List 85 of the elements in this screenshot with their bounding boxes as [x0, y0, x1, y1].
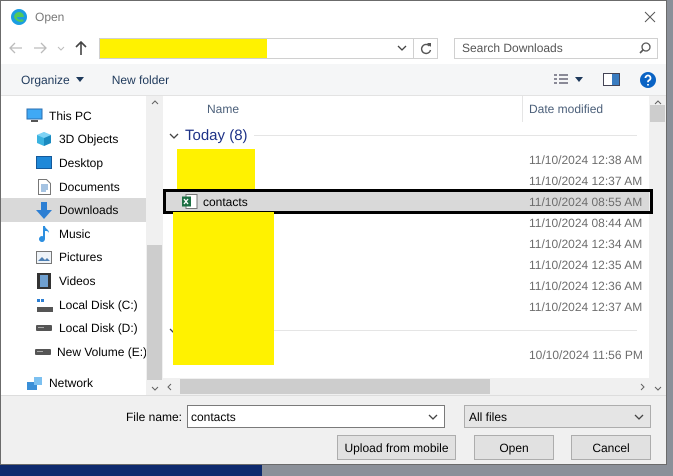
date-modified: 11/10/2024 12:35 AM — [529, 258, 642, 272]
organize-menu[interactable]: Organize — [21, 72, 84, 86]
sidebar-item[interactable]: New Volume (E:) — [1, 340, 146, 364]
view-options-button[interactable] — [553, 72, 583, 86]
computer-icon — [26, 108, 42, 124]
file-row[interactable]: 10/10/2024 11:56 PM — [165, 344, 649, 365]
sidebar-item[interactable]: Network — [1, 371, 146, 395]
dialog-button[interactable]: Open — [474, 435, 554, 460]
drive-icon — [36, 325, 52, 332]
sidebar-item[interactable]: Desktop — [1, 151, 146, 175]
file-row[interactable]: 11/10/2024 12:37 AM — [165, 170, 649, 191]
chevron-down-icon — [397, 45, 407, 51]
scroll-left-icon[interactable] — [167, 382, 172, 390]
sidebar-scrollbar[interactable] — [146, 96, 163, 395]
chevron-down-icon — [428, 414, 438, 420]
download-arrow-icon — [36, 202, 52, 219]
file-row[interactable]: 11/10/2024 12:35 AM — [165, 254, 649, 275]
picture-icon — [36, 250, 52, 264]
search-input[interactable]: Search Downloads — [462, 41, 639, 55]
file-type-dropdown[interactable]: All files — [464, 405, 651, 428]
date-modified: 11/10/2024 12:37 AM — [529, 300, 642, 314]
scroll-thumb[interactable] — [147, 245, 162, 380]
up-arrow-icon[interactable] — [75, 41, 87, 55]
date-modified: 10/10/2024 11:56 PM — [529, 348, 643, 362]
file-list-scrollbar[interactable] — [649, 96, 666, 395]
close-icon[interactable] — [644, 10, 656, 22]
details-view-icon — [553, 72, 569, 86]
help-icon[interactable] — [640, 72, 656, 88]
group-header[interactable]: Today (8) — [185, 127, 248, 144]
caret-icon — [575, 77, 583, 82]
column-header[interactable]: Date modified — [522, 96, 604, 122]
search-field[interactable]: Search Downloads — [454, 38, 658, 58]
new-folder-button[interactable]: New folder — [112, 72, 170, 86]
scroll-down-icon[interactable] — [654, 386, 662, 391]
date-modified: 11/10/2024 12:37 AM — [529, 174, 642, 188]
caret-icon — [76, 77, 84, 82]
sidebar-item[interactable]: Local Disk (C:) — [1, 292, 146, 316]
sidebar-item[interactable]: Documents — [1, 174, 146, 198]
film-icon — [37, 272, 51, 289]
date-modified: 11/10/2024 12:36 AM — [529, 278, 642, 292]
chevron-down-icon — [634, 414, 644, 420]
file-name-label: File name: — [126, 410, 182, 424]
desktop-icon — [36, 156, 52, 170]
sidebar-item[interactable]: 3D Objects — [1, 128, 146, 152]
scroll-thumb[interactable] — [650, 105, 665, 122]
dialog-button[interactable]: Upload from mobile — [337, 435, 456, 460]
address-field[interactable] — [99, 38, 438, 58]
file-row[interactable]: 11/10/2024 08:44 AM — [165, 212, 649, 233]
scroll-up-icon[interactable] — [150, 100, 158, 105]
scroll-thumb[interactable] — [180, 379, 490, 394]
document-icon — [38, 178, 50, 195]
sidebar-item[interactable]: Downloads — [1, 198, 146, 222]
dialog-button[interactable]: Cancel — [571, 435, 651, 460]
music-note-icon — [38, 225, 50, 242]
drive-icon — [35, 348, 51, 355]
spreadsheet-file-icon — [182, 194, 198, 209]
file-name: contacts — [203, 194, 248, 208]
file-row[interactable]: 11/10/2024 12:36 AM — [165, 275, 649, 296]
date-modified: 11/10/2024 08:44 AM — [529, 216, 642, 230]
file-row[interactable]: 11/10/2024 12:37 AM — [165, 296, 649, 317]
network-icon — [26, 376, 42, 391]
preview-pane-icon[interactable] — [603, 73, 620, 86]
search-icon — [639, 42, 651, 54]
browser-logo-icon — [11, 8, 27, 24]
file-row[interactable]: 11/10/2024 12:38 AM — [165, 149, 649, 170]
sidebar-item[interactable]: Videos — [1, 269, 146, 293]
sidebar-item[interactable]: Local Disk (D:) — [1, 316, 146, 340]
scroll-right-icon[interactable] — [640, 382, 645, 390]
column-header[interactable]: Name — [163, 102, 522, 116]
chevron-down-icon — [169, 132, 179, 138]
date-modified: 11/10/2024 12:38 AM — [529, 152, 642, 166]
sidebar-item[interactable]: Pictures — [1, 246, 146, 270]
file-name-input[interactable]: contacts — [191, 410, 428, 424]
date-modified: 11/10/2024 08:55 AM — [529, 194, 642, 208]
drive-icon — [36, 298, 52, 312]
date-modified: 11/10/2024 12:34 AM — [529, 236, 642, 250]
cube-icon — [36, 131, 52, 148]
sidebar-item[interactable]: This PC — [1, 104, 146, 128]
file-row[interactable]: 11/10/2024 12:34 AM — [165, 233, 649, 254]
scroll-up-icon[interactable] — [654, 100, 662, 105]
window-title: Open — [35, 10, 66, 24]
scroll-down-icon[interactable] — [150, 386, 158, 391]
refresh-icon — [420, 42, 432, 54]
file-name-field[interactable]: contacts — [187, 405, 445, 428]
sidebar-item[interactable]: Music — [1, 222, 146, 246]
